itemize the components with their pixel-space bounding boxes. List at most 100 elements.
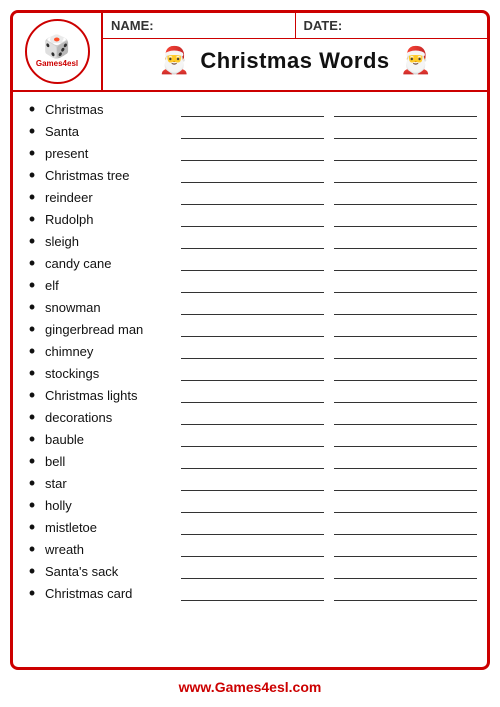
name-label: NAME: [103,13,296,38]
list-item: •bell [23,450,477,472]
write-lines [181,343,477,359]
write-line-1 [181,123,324,139]
write-lines [181,431,477,447]
write-line-1 [181,475,324,491]
write-line-2 [334,277,477,293]
write-line-2 [334,519,477,535]
bullet-icon: • [23,210,41,228]
bullet-icon: • [23,298,41,316]
word-label: gingerbread man [41,322,181,337]
write-lines [181,299,477,315]
bullet-icon: • [23,518,41,536]
write-line-2 [334,409,477,425]
list-item: •star [23,472,477,494]
write-lines [181,233,477,249]
list-item: •wreath [23,538,477,560]
write-lines [181,101,477,117]
list-item: •bauble [23,428,477,450]
word-label: candy cane [41,256,181,271]
write-line-1 [181,563,324,579]
write-lines [181,453,477,469]
write-lines [181,123,477,139]
bullet-icon: • [23,166,41,184]
write-line-2 [334,585,477,601]
write-line-1 [181,189,324,205]
write-lines [181,277,477,293]
bullet-icon: • [23,342,41,360]
word-label: present [41,146,181,161]
write-line-2 [334,233,477,249]
write-lines [181,167,477,183]
write-lines [181,365,477,381]
write-line-1 [181,233,324,249]
write-line-2 [334,387,477,403]
word-label: wreath [41,542,181,557]
write-lines [181,321,477,337]
write-line-2 [334,101,477,117]
bullet-icon: • [23,496,41,514]
word-label: star [41,476,181,491]
write-line-2 [334,189,477,205]
word-label: Santa [41,124,181,139]
bullet-icon: • [23,364,41,382]
word-label: bell [41,454,181,469]
word-label: Christmas lights [41,388,181,403]
word-label: snowman [41,300,181,315]
write-line-1 [181,343,324,359]
write-line-2 [334,431,477,447]
write-lines [181,189,477,205]
list-item: •holly [23,494,477,516]
word-label: Rudolph [41,212,181,227]
bullet-icon: • [23,320,41,338]
bullet-icon: • [23,408,41,426]
write-line-2 [334,541,477,557]
write-lines [181,475,477,491]
bullet-icon: • [23,584,41,602]
santa-left-icon: 🎅 [158,45,190,76]
write-line-1 [181,541,324,557]
bullet-icon: • [23,122,41,140]
word-label: elf [41,278,181,293]
word-label: bauble [41,432,181,447]
write-line-2 [334,211,477,227]
write-lines [181,255,477,271]
write-line-1 [181,365,324,381]
bullet-icon: • [23,562,41,580]
word-label: sleigh [41,234,181,249]
date-label: DATE: [296,13,488,38]
list-item: •Santa's sack [23,560,477,582]
write-line-2 [334,343,477,359]
logo: 🎲 Games4esl [25,19,90,84]
word-label: mistletoe [41,520,181,535]
list-item: •stockings [23,362,477,384]
write-lines [181,541,477,557]
word-label: Santa's sack [41,564,181,579]
logo-cell: 🎲 Games4esl [13,13,103,90]
write-line-1 [181,101,324,117]
list-item: •Christmas tree [23,164,477,186]
bullet-icon: • [23,232,41,250]
page-title: Christmas Words [200,48,389,74]
write-line-1 [181,387,324,403]
write-lines [181,519,477,535]
title-row: 🎅 Christmas Words 🎅 [103,39,487,82]
header: 🎲 Games4esl NAME: DATE: 🎅 Christmas Word… [13,13,487,92]
bullet-icon: • [23,144,41,162]
list-item: •reindeer [23,186,477,208]
bullet-icon: • [23,540,41,558]
write-line-2 [334,475,477,491]
write-line-1 [181,453,324,469]
write-line-1 [181,255,324,271]
list-item: •Christmas [23,98,477,120]
bullet-icon: • [23,100,41,118]
word-label: Christmas [41,102,181,117]
write-line-1 [181,497,324,513]
write-line-1 [181,409,324,425]
write-line-1 [181,277,324,293]
list-item: •elf [23,274,477,296]
write-lines [181,145,477,161]
write-lines [181,585,477,601]
bullet-icon: • [23,452,41,470]
list-item: •candy cane [23,252,477,274]
bullet-icon: • [23,188,41,206]
